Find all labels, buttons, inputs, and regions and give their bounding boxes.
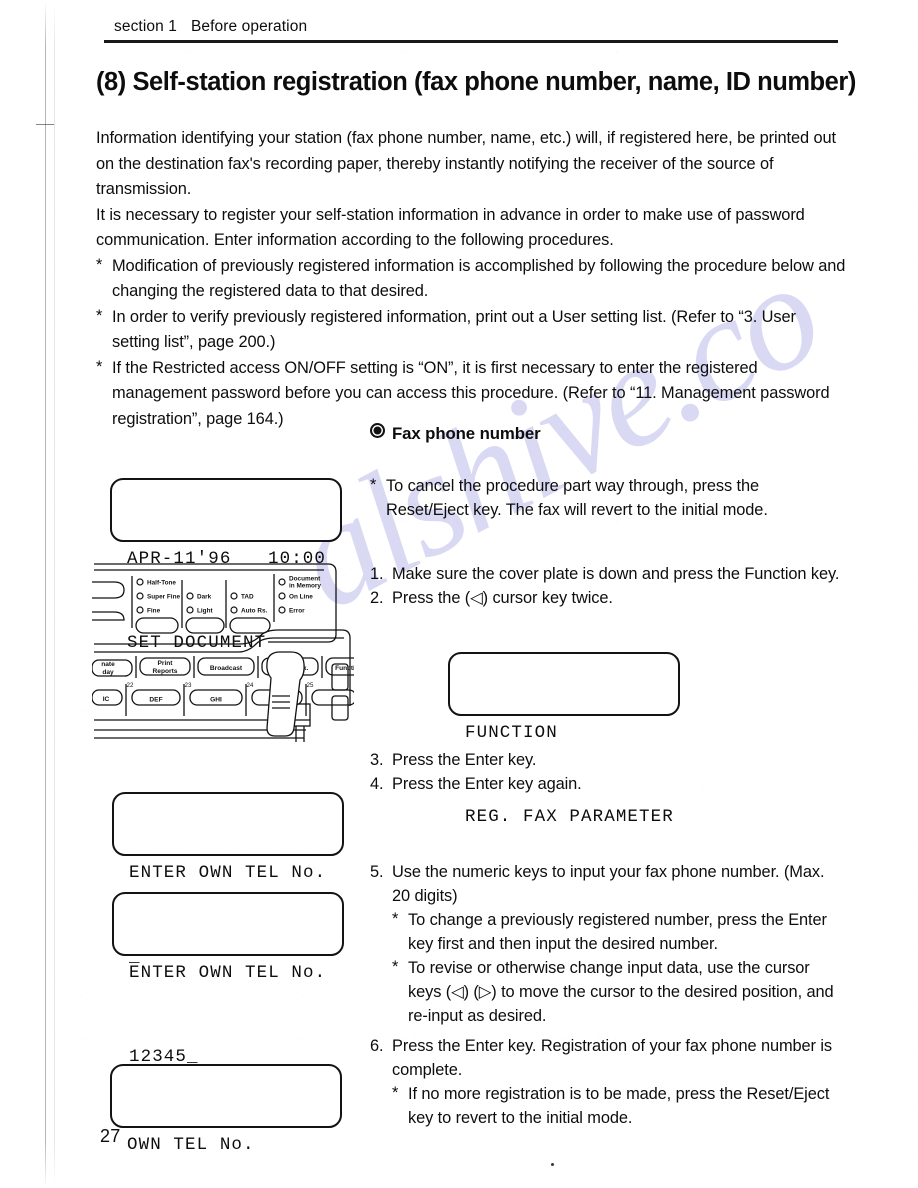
- keypad-number-24: 24: [247, 682, 254, 689]
- asterisk-marker: *: [392, 958, 399, 976]
- led-label-fine: Fine: [147, 608, 161, 615]
- step-3: 3. Press the Enter key.: [370, 748, 840, 772]
- step-5-text: Use the numeric keys to input your fax p…: [392, 863, 825, 905]
- intro-note-2: * In order to verify previously register…: [96, 305, 846, 356]
- subsection-heading: Fax phone number: [370, 423, 541, 444]
- led-label-half-tone: Half-Tone: [147, 580, 176, 587]
- step-4-number: 4.: [370, 775, 384, 793]
- scan-edge-line-left-secondary: [54, 0, 55, 1188]
- asterisk-marker: *: [96, 255, 103, 274]
- step-4: 4. Press the Enter key again.: [370, 772, 840, 796]
- steps-group-3-4: 3. Press the Enter key. 4. Press the Ent…: [370, 748, 840, 796]
- led-label-light: Light: [197, 608, 213, 615]
- led-label-super-fine: Super Fine: [147, 594, 180, 601]
- led-label-tad: TAD: [241, 594, 254, 601]
- intro-note-1-text: Modification of previously registered in…: [112, 256, 846, 301]
- header-section-label: section 1: [114, 18, 177, 35]
- step-6-text: Press the Enter key. Registration of you…: [392, 1037, 833, 1079]
- lcd-enter-digits-row-1: ENTER OWN TEL No.: [129, 963, 327, 983]
- lcd-registered-row-1: OWN TEL No.: [127, 1135, 255, 1155]
- led-label-error: Error: [289, 608, 305, 615]
- cancel-procedure-note: * To cancel the procedure part way throu…: [370, 474, 840, 522]
- running-header: section 1 Before operation: [114, 18, 307, 36]
- step-1: 1. Make sure the cover plate is down and…: [370, 562, 840, 586]
- page-title: (8) Self-station registration (fax phone…: [96, 68, 856, 96]
- lcd-function-row-2: REG. FAX PARAMETER: [465, 807, 674, 827]
- step-6-substep-1-text: If no more registration is to be made, p…: [408, 1085, 830, 1127]
- lcd-function-row-1: FUNCTION: [465, 723, 558, 743]
- button-label-reports: Reports: [153, 668, 178, 675]
- steps-group-5: 5. Use the numeric keys to input your fa…: [370, 860, 840, 1028]
- lcd-display-function: FUNCTION REG. FAX PARAMETER: [448, 652, 680, 827]
- button-label-print: Print: [157, 660, 173, 667]
- asterisk-marker: *: [392, 1084, 399, 1102]
- lcd-enter-empty-row-1: ENTER OWN TEL No.: [129, 863, 327, 883]
- step-5-number: 5.: [370, 863, 384, 881]
- led-label-document: Document: [289, 576, 321, 583]
- fax-control-panel-illustration: Half-Tone Super Fine Fine Dark Light TAD…: [91, 556, 373, 756]
- button-label-function: Function: [335, 665, 354, 672]
- step-6-number: 6.: [370, 1037, 384, 1055]
- lcd-display-standby: APR-11'96 10:00 SET DOCUMENT: [110, 478, 342, 653]
- steps-group-6: 6. Press the Enter key. Registration of …: [370, 1034, 840, 1130]
- keypad-number-22: 22: [127, 682, 134, 689]
- step-6: 6. Press the Enter key. Registration of …: [370, 1034, 840, 1082]
- intro-note-3-text: If the Restricted access ON/OFF setting …: [112, 358, 830, 428]
- asterisk-marker: *: [370, 476, 377, 494]
- scanned-manual-page: alshive.co section 1 Before operation (8)…: [0, 0, 918, 1188]
- button-label-holiday: day: [102, 669, 114, 676]
- steps-group-1-2: 1. Make sure the cover plate is down and…: [370, 562, 840, 610]
- scan-edge-tick-mark: [36, 124, 54, 125]
- keypad-label-def: DEF: [149, 697, 162, 704]
- led-label-in-memory: in Memory: [289, 583, 321, 590]
- step-5-substep-1-text: To change a previously registered number…: [408, 911, 827, 953]
- scan-edge-line-left: [45, 0, 46, 1188]
- step-2: 2. Press the (◁) cursor key twice.: [370, 586, 840, 610]
- intro-body: Information identifying your station (fa…: [96, 104, 846, 432]
- keypad-number-23: 23: [185, 682, 192, 689]
- step-6-substep-1: * If no more registration is to be made,…: [370, 1082, 840, 1130]
- keypad-label-ghi: GHI: [210, 697, 222, 704]
- intro-note-2-text: In order to verify previously registered…: [112, 307, 796, 352]
- step-2-number: 2.: [370, 589, 384, 607]
- intro-paragraph-2: It is necessary to register your self-st…: [96, 205, 805, 250]
- header-rule: [104, 40, 838, 43]
- intro-note-1: * Modification of previously registered …: [96, 254, 846, 305]
- step-5-substep-2-text: To revise or otherwise change input data…: [408, 959, 834, 1025]
- step-2-text: Press the (◁) cursor key twice.: [392, 589, 613, 607]
- intro-note-3: * If the Restricted access ON/OFF settin…: [96, 356, 846, 433]
- led-label-auto-rs: Auto Rs.: [241, 608, 267, 615]
- step-4-text: Press the Enter key again.: [392, 775, 582, 793]
- step-3-text: Press the Enter key.: [392, 751, 537, 769]
- intro-paragraph-1: Information identifying your station (fa…: [96, 129, 836, 198]
- keypad-label-partial: IC: [103, 696, 110, 703]
- step-5: 5. Use the numeric keys to input your fa…: [370, 860, 840, 908]
- step-5-substep-1: * To change a previously registered numb…: [370, 908, 840, 956]
- page-number: 27: [100, 1126, 121, 1146]
- keypad-number-25: 25: [307, 682, 314, 689]
- lcd-display-enter-tel-digits: ENTER OWN TEL No. 12345_: [112, 892, 344, 1067]
- cancel-note-row: * To cancel the procedure part way throu…: [370, 474, 840, 522]
- scan-speck: [551, 1163, 554, 1166]
- subsection-heading-label: Fax phone number: [392, 424, 541, 443]
- lcd-display-enter-tel-empty: ENTER OWN TEL No. _: [112, 792, 344, 967]
- step-3-number: 3.: [370, 751, 384, 769]
- ring-bullet-icon: [370, 423, 385, 438]
- led-label-on-line: On Line: [289, 594, 313, 601]
- asterisk-marker: *: [96, 357, 103, 376]
- button-label-broadcast: Broadcast: [210, 665, 243, 672]
- button-label-alternate: nate: [101, 661, 115, 668]
- asterisk-marker: *: [392, 910, 399, 928]
- step-1-number: 1.: [370, 565, 384, 583]
- step-1-text: Make sure the cover plate is down and pr…: [392, 565, 840, 583]
- cancel-note-text: To cancel the procedure part way through…: [386, 477, 768, 519]
- step-5-substep-2: * To revise or otherwise change input da…: [370, 956, 840, 1028]
- header-chapter-label: Before operation: [190, 18, 308, 35]
- lcd-display-registered: OWN TEL No. IS REGISTERED: [110, 1064, 342, 1155]
- led-label-dark: Dark: [197, 594, 212, 601]
- asterisk-marker: *: [96, 306, 103, 325]
